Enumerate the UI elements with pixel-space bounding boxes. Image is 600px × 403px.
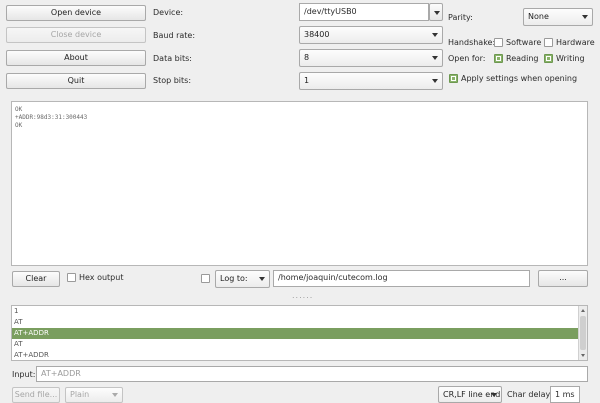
list-item[interactable]: 1 [12, 306, 587, 317]
clear-label: Clear [25, 274, 47, 283]
quit-button[interactable]: Quit [6, 73, 146, 89]
chevron-down-icon [432, 79, 438, 83]
browse-label: ... [559, 273, 567, 282]
device-dropdown-button[interactable] [429, 3, 443, 21]
splitter-handle[interactable]: ...... [292, 291, 313, 300]
list-item[interactable]: AT [12, 339, 587, 350]
data-bits-select[interactable]: 8 [299, 49, 443, 67]
stop-bits-label: Stop bits: [153, 76, 192, 85]
quit-label: Quit [67, 76, 85, 85]
history-list[interactable]: 1 AT AT+ADDR AT AT+ADDR [11, 305, 588, 361]
chevron-down-icon [432, 56, 438, 60]
chevron-down-icon [491, 393, 497, 397]
parity-label: Parity: [448, 13, 473, 22]
log-mode-value: Log to: [220, 274, 248, 283]
hex-output-checkbox[interactable] [67, 273, 76, 282]
stop-bits-value: 1 [304, 76, 310, 85]
send-file-button[interactable]: Send file... [12, 387, 60, 403]
browse-log-button[interactable]: ... [538, 270, 588, 287]
baud-rate-label: Baud rate: [153, 31, 196, 40]
software-label: Software [506, 38, 542, 47]
hex-output-label: Hex output [79, 273, 124, 282]
baud-rate-value: 38400 [304, 30, 330, 39]
chevron-down-icon [112, 393, 118, 397]
handshake-label: Handshake: [448, 38, 496, 47]
close-device-label: Close device [50, 30, 102, 39]
send-format-select[interactable]: Plain [65, 387, 123, 403]
list-item-selected[interactable]: AT+ADDR [12, 328, 587, 339]
apply-settings-label: Apply settings when opening [461, 74, 578, 83]
open-for-label: Open for: [448, 54, 486, 63]
chevron-down-icon [259, 277, 265, 281]
hardware-label: Hardware [556, 38, 595, 47]
open-device-button[interactable]: Open device [6, 5, 146, 21]
chevron-down-icon [432, 33, 438, 37]
clear-button[interactable]: Clear [12, 271, 60, 287]
scroll-down-icon[interactable] [581, 354, 585, 357]
list-item[interactable]: AT+ADDR [12, 350, 587, 360]
writing-label: Writing [556, 54, 585, 63]
reading-checkbox[interactable] [494, 54, 503, 63]
scroll-thumb[interactable] [580, 316, 586, 350]
close-device-button[interactable]: Close device [6, 27, 146, 43]
baud-rate-select[interactable]: 38400 [299, 26, 443, 44]
device-input[interactable]: /dev/ttyUSB0 [299, 3, 429, 21]
log-mode-select[interactable]: Log to: [215, 270, 270, 288]
about-label: About [64, 53, 88, 62]
chevron-down-icon [582, 15, 588, 19]
data-bits-value: 8 [304, 53, 310, 62]
send-format-value: Plain [70, 390, 90, 399]
char-delay-label: Char delay: [507, 390, 553, 399]
char-delay-input[interactable]: 1 ms [550, 386, 580, 403]
about-button[interactable]: About [6, 50, 146, 66]
input-label: Input: [12, 370, 36, 379]
scroll-up-icon[interactable] [581, 309, 585, 312]
parity-value: None [528, 12, 549, 21]
send-file-label: Send file... [14, 390, 58, 399]
stop-bits-select[interactable]: 1 [299, 72, 443, 90]
history-scrollbar[interactable] [578, 306, 587, 360]
line-end-select[interactable]: CR,LF line end [438, 386, 502, 403]
log-enable-checkbox[interactable] [201, 274, 210, 283]
list-item[interactable]: AT [12, 317, 587, 328]
data-bits-label: Data bits: [153, 54, 192, 63]
reading-label: Reading [506, 54, 539, 63]
log-path-input[interactable]: /home/joaquin/cutecom.log [273, 270, 530, 287]
apply-settings-checkbox[interactable] [449, 74, 458, 83]
hardware-checkbox[interactable] [544, 38, 553, 47]
writing-checkbox[interactable] [544, 54, 553, 63]
chevron-down-icon [434, 11, 440, 15]
output-area[interactable]: OK +ADDR:98d3:31:300443 OK [11, 101, 588, 266]
software-checkbox[interactable] [494, 38, 503, 47]
output-line: OK [15, 122, 23, 129]
parity-select[interactable]: None [523, 8, 593, 26]
device-label: Device: [153, 8, 184, 17]
open-device-label: Open device [50, 8, 102, 17]
command-input[interactable]: AT+ADDR [36, 366, 588, 382]
